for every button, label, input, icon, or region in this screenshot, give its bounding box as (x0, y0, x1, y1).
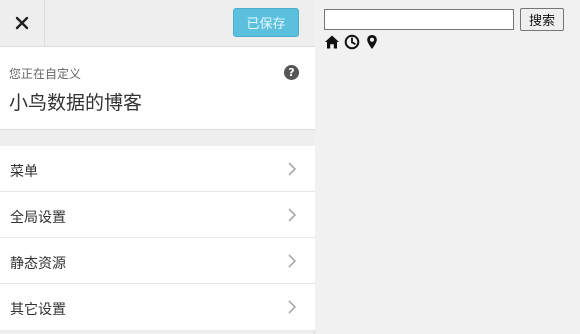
save-button[interactable]: 已保存 (233, 8, 299, 37)
menu-item-global-settings[interactable]: 全局设置 (0, 192, 315, 238)
site-preview: 搜索 (316, 0, 580, 334)
search-button[interactable]: 搜索 (520, 8, 564, 31)
chevron-right-icon (288, 162, 297, 176)
menu-item-other-settings[interactable]: 其它设置 (0, 284, 315, 330)
customizer-header: 已保存 (0, 0, 315, 47)
menu-item-static-resources[interactable]: 静态资源 (0, 238, 315, 284)
customize-info: 您正在自定义 小鸟数据的博客 ? (0, 47, 315, 130)
close-button[interactable] (0, 0, 45, 46)
search-input[interactable] (324, 9, 514, 30)
map-marker-icon[interactable] (364, 34, 380, 50)
menu-item-label: 静态资源 (10, 256, 66, 272)
chevron-right-icon (288, 208, 297, 222)
customizing-label: 您正在自定义 (9, 67, 82, 81)
preview-icon-bar (324, 34, 380, 50)
close-icon (15, 16, 29, 30)
site-title: 小鸟数据的博客 (9, 92, 143, 114)
home-icon[interactable] (324, 34, 340, 50)
menu-item-label: 全局设置 (10, 210, 66, 226)
help-icon[interactable]: ? (284, 65, 299, 80)
menu-item-label: 菜单 (10, 164, 38, 180)
customizer-panel: 已保存 您正在自定义 小鸟数据的博客 ? 菜单 全局设置 静态资源 其它设置 (0, 0, 315, 334)
section-divider (0, 131, 315, 146)
clock-icon[interactable] (344, 34, 360, 50)
menu-item-label: 其它设置 (10, 302, 66, 318)
customizer-menu: 菜单 全局设置 静态资源 其它设置 (0, 146, 315, 330)
chevron-right-icon (288, 254, 297, 268)
menu-item-menus[interactable]: 菜单 (0, 146, 315, 192)
chevron-right-icon (288, 300, 297, 314)
